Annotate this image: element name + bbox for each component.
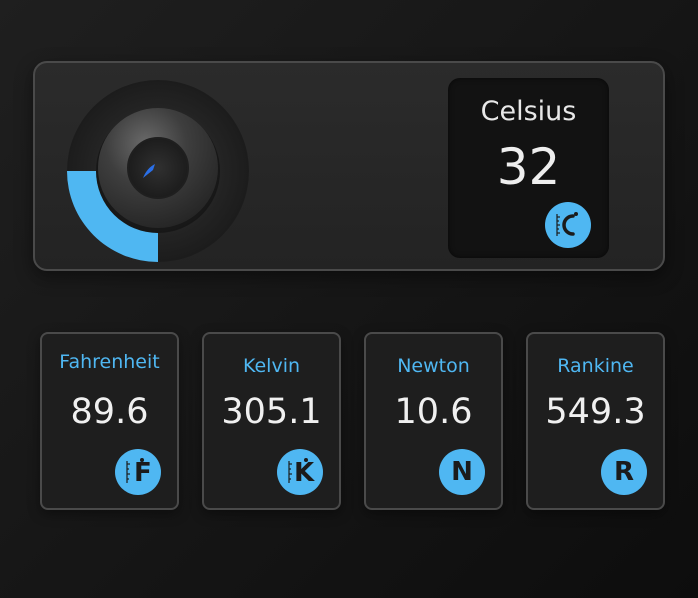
newton-letter-icon: N <box>439 449 485 495</box>
celsius-thermometer-icon <box>545 202 591 248</box>
fahrenheit-label: Fahrenheit <box>59 351 160 373</box>
converter-panel: Celsius 32 <box>33 61 665 271</box>
fahrenheit-letter: F <box>134 458 152 488</box>
temperature-dial[interactable] <box>65 78 251 264</box>
rankine-card: Rankine 549.3 R <box>526 332 665 510</box>
fahrenheit-value: 89.6 <box>70 392 149 432</box>
newton-label: Newton <box>397 355 470 377</box>
kelvin-thermometer-icon: K <box>277 449 323 495</box>
rankine-value: 549.3 <box>545 392 646 432</box>
celsius-card: Celsius 32 <box>448 78 609 258</box>
rankine-letter-icon: R <box>601 449 647 495</box>
rankine-label: Rankine <box>557 355 634 377</box>
thermostat-knob-icon[interactable] <box>65 78 251 264</box>
kelvin-card: Kelvin 305.1 K <box>202 332 341 510</box>
newton-value: 10.6 <box>394 392 473 432</box>
rankine-letter: R <box>613 457 635 487</box>
kelvin-letter: K <box>294 458 315 488</box>
kelvin-label: Kelvin <box>242 355 301 377</box>
celsius-value: 32 <box>496 138 561 196</box>
celsius-label: Celsius <box>480 96 577 127</box>
newton-card: Newton 10.6 N <box>364 332 503 510</box>
kelvin-value: 305.1 <box>221 392 322 432</box>
newton-letter: N <box>451 457 473 487</box>
fahrenheit-thermometer-icon: F <box>115 449 161 495</box>
fahrenheit-card: Fahrenheit 89.6 F <box>40 332 179 510</box>
